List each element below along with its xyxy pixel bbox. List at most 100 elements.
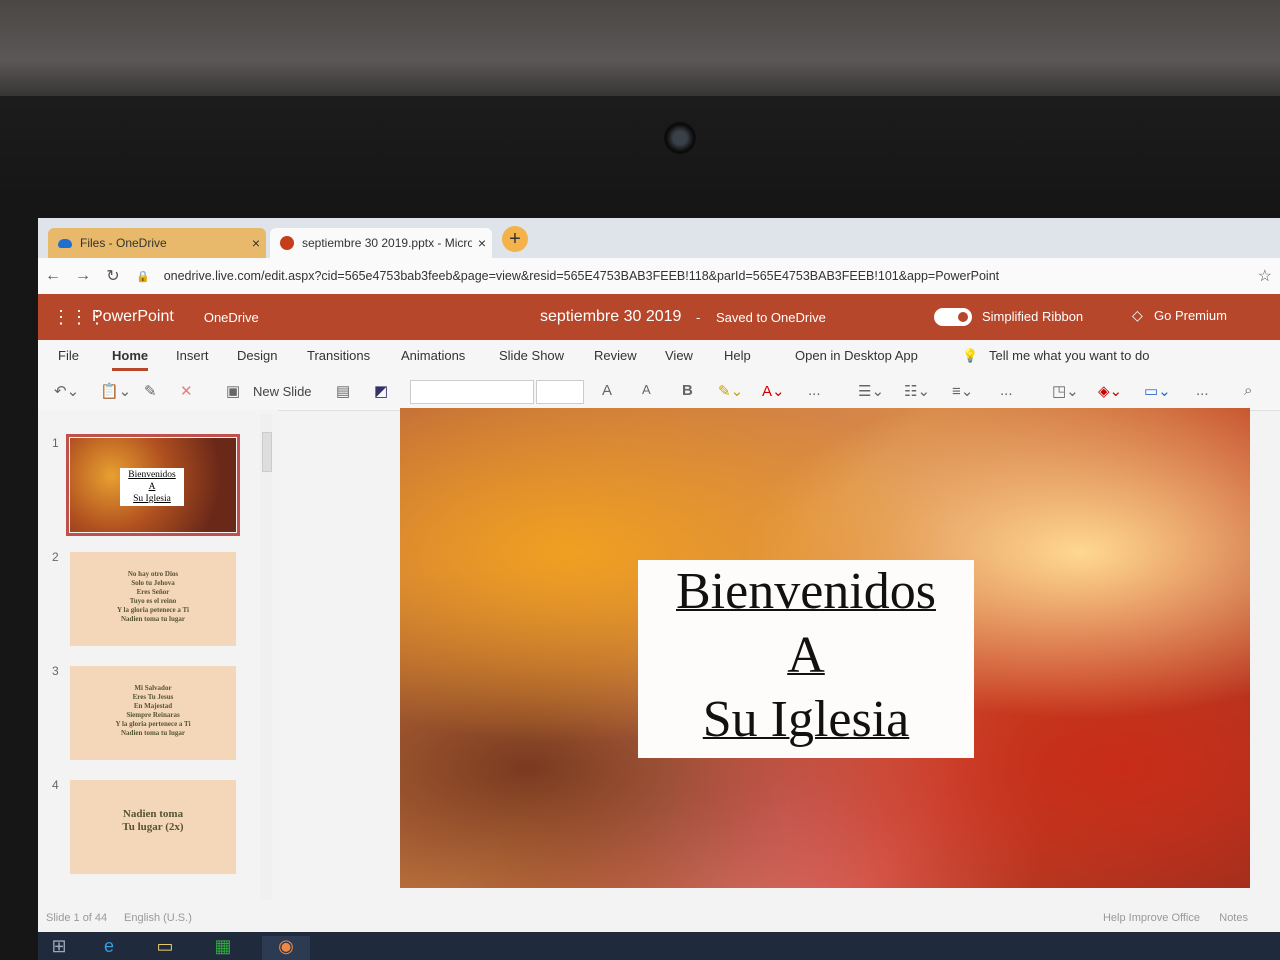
go-premium-button[interactable]: Go Premium [1154, 308, 1227, 323]
slide-count: Slide 1 of 44 [46, 912, 108, 924]
new-tab-button[interactable]: + [502, 226, 528, 252]
font-name-dropdown[interactable] [410, 380, 534, 404]
thumbnail-text: No hay otro Dios Solo tu Jehova Eres Señ… [117, 570, 189, 623]
shrink-font-icon[interactable]: A [642, 382, 651, 397]
new-slide-button[interactable]: New Slide [253, 384, 312, 399]
title-line: A [787, 627, 825, 684]
diamond-icon: ◇ [1132, 307, 1143, 323]
tab-bar: Files - OneDrive × septiembre 30 2019.pp… [38, 218, 1280, 258]
laptop-bezel [0, 96, 1280, 236]
tab-insert[interactable]: Insert [176, 348, 209, 363]
app-brand[interactable]: PowerPoint [92, 308, 174, 326]
address-bar: ← → ↻ 🔒 onedrive.live.com/edit.aspx?cid=… [38, 258, 1280, 294]
store-icon[interactable]: ▦ [208, 936, 238, 960]
ribbon-toolbar: ↶⌄ 📋⌄ ✎ ✕ ▣ New Slide ▤ ◩ A A B ✎⌄ A⌄ ..… [38, 374, 1280, 411]
thumbnail-text: Mi Salvador Eres Tu Jesus En Majestad Si… [115, 684, 191, 737]
tab-review[interactable]: Review [594, 348, 637, 363]
slide-thumbnail-2[interactable]: No hay otro Dios Solo tu Jehova Eres Señ… [70, 552, 236, 646]
title-line: Su Iglesia [702, 691, 910, 748]
format-painter-icon[interactable]: ✎ [144, 382, 157, 400]
language-status[interactable]: English (U.S.) [124, 912, 192, 924]
windows-taskbar: ⊞ e ▭ ▦ ◉ [38, 932, 1280, 960]
tab-help[interactable]: Help [724, 348, 751, 363]
align-icon[interactable]: ≡⌄ [952, 382, 973, 400]
paste-icon[interactable]: 📋⌄ [100, 382, 131, 400]
tab-transitions[interactable]: Transitions [307, 348, 370, 363]
tell-me-search[interactable]: Tell me what you want to do [989, 348, 1149, 363]
title-separator: - [696, 310, 701, 325]
reload-icon[interactable]: ↻ [98, 266, 128, 286]
chrome-icon[interactable]: ◉ [262, 936, 310, 960]
file-explorer-icon[interactable]: ▭ [150, 936, 180, 960]
slide-thumbnail-1[interactable]: Bienvenidos A Su Iglesia [66, 434, 240, 536]
tab-slide-show[interactable]: Slide Show [499, 348, 564, 363]
background-room [0, 0, 1280, 110]
slide-thumbnail-3[interactable]: Mi Salvador Eres Tu Jesus En Majestad Si… [70, 666, 236, 760]
status-bar: Slide 1 of 44 English (U.S.) Help Improv… [38, 906, 1280, 930]
more-paragraph-options[interactable]: ... [1000, 382, 1013, 399]
simplified-ribbon-toggle[interactable] [934, 308, 972, 326]
windows-start-icon[interactable]: ⊞ [44, 936, 74, 960]
tab-powerpoint-doc[interactable]: septiembre 30 2019.pptx - Micro × [270, 228, 492, 258]
tab-animations[interactable]: Animations [401, 348, 465, 363]
thumbnail-title: Bienvenidos A Su Iglesia [120, 468, 184, 506]
layout-icon[interactable]: ▤ [336, 382, 350, 400]
tab-home[interactable]: Home [112, 348, 149, 371]
close-icon[interactable]: × [246, 235, 266, 251]
location-link[interactable]: OneDrive [204, 310, 259, 325]
slide-canvas[interactable]: Bienvenidos A Su Iglesia [400, 408, 1250, 888]
thumb-number: 3 [52, 664, 59, 678]
webcam [664, 122, 696, 154]
thumb-number: 4 [52, 778, 59, 792]
shape-outline-icon[interactable]: ▭⌄ [1144, 382, 1171, 400]
shapes-icon[interactable]: ◳⌄ [1052, 382, 1079, 400]
tab-label: septiembre 30 2019.pptx - Micro [302, 236, 472, 250]
forward-arrow-icon[interactable]: → [68, 267, 98, 285]
onedrive-cloud-icon [58, 238, 72, 248]
search-icon[interactable]: ⌕ [1244, 382, 1252, 399]
more-font-options[interactable]: ... [808, 382, 821, 399]
slide-thumbnail-4[interactable]: Nadien toma Tu lugar (2x) [70, 780, 236, 874]
browser-window: Files - OneDrive × septiembre 30 2019.pp… [38, 218, 1280, 960]
help-improve-link[interactable]: Help Improve Office [1103, 912, 1200, 924]
app-header: ⋮⋮⋮ PowerPoint OneDrive septiembre 30 20… [38, 294, 1280, 340]
thumb-number: 2 [52, 550, 59, 564]
bookmark-star-icon[interactable]: ☆ [1258, 266, 1272, 286]
more-drawing-options[interactable]: ... [1196, 382, 1209, 399]
shape-fill-icon[interactable]: ◈⌄ [1098, 382, 1122, 400]
thumbnails-scrollbar[interactable] [260, 414, 272, 900]
thumbnail-text: Nadien toma Tu lugar (2x) [122, 808, 184, 833]
laptop-bezel-left [0, 200, 40, 960]
powerpoint-icon [280, 236, 294, 250]
lock-icon[interactable]: 🔒 [136, 270, 150, 283]
title-line: Bienvenidos [676, 563, 936, 620]
grow-font-icon[interactable]: A [602, 382, 612, 399]
slide-title-box[interactable]: Bienvenidos A Su Iglesia [638, 560, 974, 758]
app-launcher-icon[interactable]: ⋮⋮⋮ [52, 307, 106, 328]
lightbulb-icon: 💡 [962, 348, 979, 363]
tab-view[interactable]: View [665, 348, 693, 363]
close-icon[interactable]: × [472, 235, 492, 251]
new-slide-icon[interactable]: ▣ [226, 382, 240, 400]
font-size-dropdown[interactable] [536, 380, 584, 404]
tab-design[interactable]: Design [237, 348, 277, 363]
delete-icon[interactable]: ✕ [180, 382, 193, 400]
undo-icon[interactable]: ↶⌄ [54, 382, 79, 400]
url-field[interactable]: onedrive.live.com/edit.aspx?cid=565e4753… [164, 269, 999, 283]
back-arrow-icon[interactable]: ← [38, 267, 68, 285]
notes-button[interactable]: Notes [1219, 912, 1248, 924]
tab-file[interactable]: File [58, 348, 79, 363]
highlight-icon[interactable]: ✎⌄ [718, 382, 743, 400]
scrollbar-thumb[interactable] [262, 432, 272, 472]
tab-onedrive-files[interactable]: Files - OneDrive × [48, 228, 266, 258]
document-title[interactable]: septiembre 30 2019 [540, 308, 681, 326]
bullets-icon[interactable]: ☰⌄ [858, 382, 884, 400]
thumb-number: 1 [52, 436, 59, 450]
slide-thumbnails-pane: 1 Bienvenidos A Su Iglesia 2 No hay otro… [38, 410, 278, 920]
numbering-icon[interactable]: ☷⌄ [904, 382, 930, 400]
internet-explorer-icon[interactable]: e [94, 936, 124, 960]
bold-button[interactable]: B [682, 382, 693, 399]
slide-background-icon[interactable]: ◩ [374, 382, 388, 400]
font-color-icon[interactable]: A⌄ [762, 382, 785, 400]
open-desktop-app-button[interactable]: Open in Desktop App [795, 348, 918, 363]
